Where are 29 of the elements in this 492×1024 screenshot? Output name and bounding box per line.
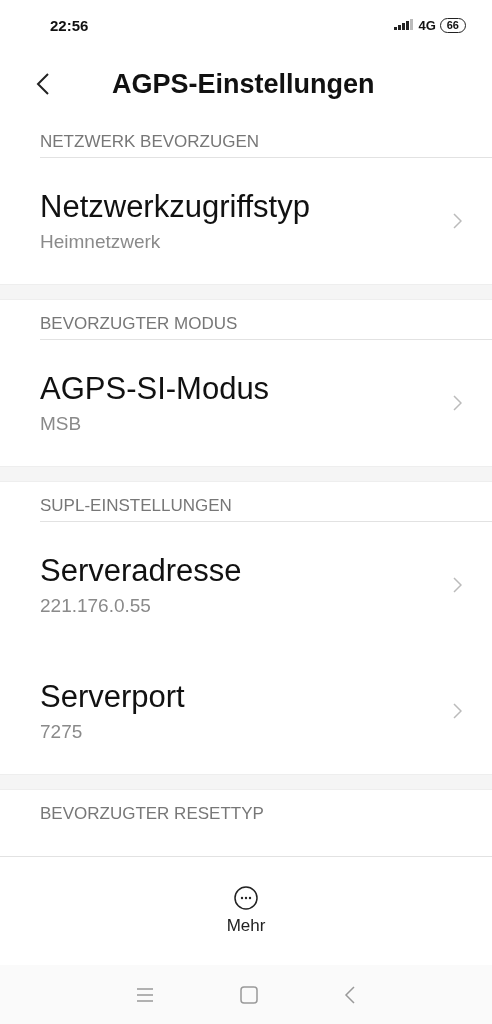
settings-item[interactable]: Serveradresse 221.176.0.55 bbox=[0, 522, 492, 648]
chevron-icon bbox=[453, 577, 462, 593]
menu-icon[interactable] bbox=[136, 986, 154, 1003]
item-title: AGPS-SI-Modus bbox=[40, 371, 270, 407]
section-header: NETZWERK BEVORZUGEN bbox=[39, 131, 261, 153]
item-value: 7275 bbox=[40, 721, 84, 743]
settings-item[interactable]: AGPS-SI-Modus MSB bbox=[0, 340, 492, 466]
item-value: 221.176.0.55 bbox=[40, 595, 152, 617]
status-time: 22:56 bbox=[50, 16, 89, 34]
item-title: Serveradresse bbox=[40, 553, 242, 589]
item-title: Netzwerkzugriffstyp bbox=[40, 189, 310, 225]
item-title: Serverport bbox=[40, 679, 185, 715]
page-title: AGPS-Einstellungen bbox=[112, 68, 375, 100]
network-type: 4G bbox=[418, 17, 436, 33]
home-icon[interactable] bbox=[240, 985, 258, 1004]
chevron-icon bbox=[453, 703, 462, 719]
section-header: BEVORZUGTER RESETTYP bbox=[39, 803, 265, 825]
signal-icon bbox=[394, 19, 415, 31]
more-button[interactable]: Mehr bbox=[226, 886, 266, 936]
section-header: BEVORZUGTER MODUS bbox=[39, 313, 239, 335]
chevron-icon bbox=[453, 395, 462, 411]
section-header: SUPL-EINSTELLUNGEN bbox=[39, 495, 233, 517]
settings-item[interactable]: Serverport 7275 bbox=[0, 648, 492, 774]
more-icon bbox=[234, 886, 258, 910]
item-value: Heimnetzwerk bbox=[40, 231, 162, 253]
chevron-icon bbox=[453, 213, 462, 229]
back-icon[interactable] bbox=[36, 72, 50, 96]
item-value: MSB bbox=[40, 413, 83, 435]
settings-item[interactable]: Netzwerkzugriffstyp Heimnetzwerk bbox=[0, 158, 492, 284]
